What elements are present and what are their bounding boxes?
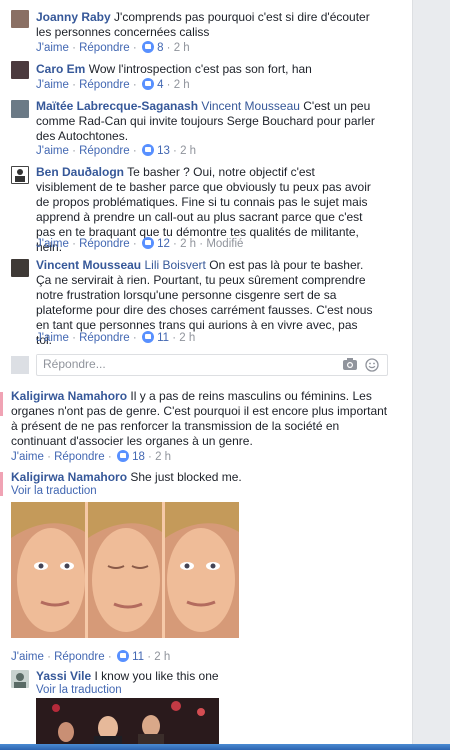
timestamp[interactable]: 2 h [179, 332, 195, 344]
timestamp[interactable]: 2 h [180, 145, 196, 157]
like-count[interactable]: 11 [157, 332, 169, 344]
reply-button[interactable]: Répondre [54, 651, 105, 663]
see-translation-link[interactable]: Voir la traduction [36, 684, 122, 696]
like-button[interactable]: J'aime [11, 451, 44, 463]
timestamp[interactable]: 2 h [155, 451, 171, 463]
reply-button[interactable]: Répondre [54, 451, 105, 463]
timestamp[interactable]: 2 h [154, 651, 170, 663]
like-count-icon [141, 144, 154, 156]
edited-label[interactable]: Modifié [206, 238, 243, 250]
comment-body: Kaligirwa Namahoro Il y a pas de reins m… [11, 389, 391, 449]
reply-composer[interactable] [36, 354, 388, 376]
author-name[interactable]: Kaligirwa Namahoro [11, 470, 127, 484]
author-name[interactable]: Vincent Mousseau [36, 258, 141, 272]
reply-button[interactable]: Répondre [79, 332, 130, 344]
comment-actions: J'aime · Répondre · 13 · 2 h [36, 144, 197, 157]
avatar[interactable] [11, 670, 29, 688]
comment-actions: J'aime · Répondre · 12 · 2 h · Modifié [36, 237, 244, 250]
timestamp[interactable]: 2 h [180, 238, 196, 250]
comment-body: Yassi Vile I know you like this one [36, 669, 376, 684]
reply-button[interactable]: Répondre [79, 238, 130, 250]
gif-thumbnail[interactable] [36, 698, 219, 744]
avatar[interactable] [11, 61, 29, 79]
comment-text: I know you like this one [94, 669, 219, 683]
author-name[interactable]: Maïtée Labrecque-Saganash [36, 99, 198, 113]
avatar-edge [0, 392, 3, 416]
comment-text: Wow l'introspection c'est pas son fort, … [88, 62, 312, 76]
author-name[interactable]: Kaligirwa Namahoro [11, 389, 127, 403]
author-name[interactable]: Caro Em [36, 62, 85, 76]
like-count[interactable]: 11 [132, 651, 144, 663]
like-button[interactable]: J'aime [11, 651, 44, 663]
timestamp[interactable]: 2 h [174, 42, 190, 54]
tagged-user[interactable]: Vincent Mousseau [201, 99, 300, 113]
reply-input[interactable] [37, 355, 323, 373]
like-button[interactable]: J'aime [36, 42, 69, 54]
comment-actions: J'aime · Répondre · 4 · 2 h [36, 78, 190, 91]
avatar-edge [0, 472, 3, 496]
blinking-man-image[interactable] [11, 502, 239, 638]
timestamp[interactable]: 2 h [174, 79, 190, 91]
like-button[interactable]: J'aime [36, 145, 69, 157]
taskbar [0, 744, 450, 750]
comment-actions: J'aime · Répondre · 11 · 2 h [11, 650, 171, 663]
reply-button[interactable]: Répondre [79, 79, 130, 91]
like-count[interactable]: 18 [132, 451, 145, 463]
comment-actions: J'aime · Répondre · 8 · 2 h [36, 41, 190, 54]
like-count[interactable]: 13 [157, 145, 170, 157]
comment-body: Kaligirwa Namahoro She just blocked me. [11, 470, 391, 485]
emoji-icon[interactable] [365, 358, 379, 372]
like-button[interactable]: J'aime [36, 238, 69, 250]
comment-text: She just blocked me. [130, 470, 242, 484]
comment-thread: Joanny Raby J'comprends pas pourquoi c'e… [0, 0, 412, 750]
avatar[interactable] [11, 166, 29, 184]
avatar[interactable] [11, 100, 29, 118]
author-name[interactable]: Ben Dauðalogn [36, 165, 124, 179]
like-count-icon [141, 237, 154, 249]
like-count-icon [116, 450, 129, 462]
like-count[interactable]: 12 [157, 238, 170, 250]
comment-body: Caro Em Wow l'introspection c'est pas so… [36, 62, 376, 77]
comment-body: Maïtée Labrecque-Saganash Vincent Mousse… [36, 99, 376, 144]
like-count-icon [141, 41, 154, 53]
comment-actions: J'aime · Répondre · 11 · 2 h [36, 331, 196, 344]
like-button[interactable]: J'aime [36, 79, 69, 91]
like-count-icon [141, 331, 154, 343]
author-name[interactable]: Yassi Vile [36, 669, 91, 683]
camera-icon[interactable] [343, 358, 357, 370]
tagged-user[interactable]: Lili Boisvert [144, 258, 205, 272]
comment-actions: J'aime · Répondre · 18 · 2 h [11, 450, 172, 463]
reply-button[interactable]: Répondre [79, 145, 130, 157]
comment-body: Joanny Raby J'comprends pas pourquoi c'e… [36, 10, 376, 40]
like-count-icon [116, 650, 129, 662]
right-scroll-area[interactable] [412, 0, 450, 750]
avatar[interactable] [11, 259, 29, 277]
reply-button[interactable]: Répondre [79, 42, 130, 54]
like-button[interactable]: J'aime [36, 332, 69, 344]
current-user-avatar [11, 356, 29, 374]
author-name[interactable]: Joanny Raby [36, 10, 111, 24]
like-count-icon [141, 78, 154, 90]
avatar[interactable] [11, 10, 29, 28]
see-translation-link[interactable]: Voir la traduction [11, 485, 97, 497]
